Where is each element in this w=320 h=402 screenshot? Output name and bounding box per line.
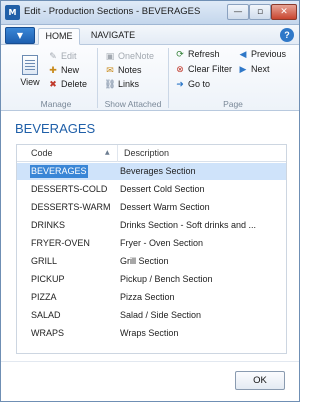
tab-home[interactable]: HOME	[38, 28, 80, 45]
view-button[interactable]: View	[19, 51, 41, 93]
new-label: New	[61, 65, 80, 75]
sort-ascending-icon: ▲	[105, 149, 110, 156]
ok-button[interactable]: OK	[235, 371, 285, 390]
code-cell[interactable]: DESSERTS-WARM	[31, 202, 111, 212]
column-header-description[interactable]: Description	[124, 148, 169, 158]
table-row[interactable]: BEVERAGES Beverages Section	[17, 163, 286, 180]
view-icon	[22, 55, 38, 75]
go-to-button[interactable]: ➜ Go to	[174, 78, 210, 91]
view-label: View	[20, 77, 40, 87]
table-row[interactable]: SALAD Salad / Side Section	[17, 307, 286, 324]
code-cell[interactable]: BEVERAGES	[30, 165, 88, 178]
group-separator	[168, 48, 169, 108]
maximize-button[interactable]: ▫	[249, 4, 271, 20]
code-cell[interactable]: PIZZA	[31, 292, 57, 302]
new-button[interactable]: ✚ New	[47, 64, 79, 77]
code-cell[interactable]: SALAD	[31, 310, 61, 320]
onenote-label: OneNote	[118, 51, 155, 61]
app-logo-icon: M	[5, 5, 20, 20]
minimize-button[interactable]: —	[227, 4, 249, 20]
dialog-window: M Edit - Production Sections - BEVERAGES…	[0, 0, 300, 402]
tab-navigate[interactable]: NAVIGATE	[84, 28, 142, 45]
previous-icon: ◀	[239, 50, 247, 60]
close-button[interactable]: ✕	[271, 4, 297, 20]
onenote-icon: ▣	[105, 52, 115, 62]
next-icon: ▶	[239, 65, 247, 75]
code-cell[interactable]: FRYER-OVEN	[31, 238, 90, 248]
clear-filter-icon: ⊗	[176, 65, 184, 75]
delete-icon: ✖	[49, 80, 57, 90]
table-row[interactable]: DESSERTS-WARM Dessert Warm Section	[17, 199, 286, 216]
next-label: Next	[251, 64, 270, 74]
next-button[interactable]: ▶ Next	[237, 63, 270, 76]
description-cell[interactable]: Dessert Cold Section	[120, 184, 270, 194]
code-cell[interactable]: WRAPS	[31, 328, 64, 338]
edit-icon: ✎	[49, 52, 57, 62]
code-cell[interactable]: GRILL	[31, 256, 57, 266]
group-label-manage: Manage	[40, 99, 72, 109]
go-to-label: Go to	[188, 79, 211, 89]
code-cell[interactable]: DESSERTS-COLD	[31, 184, 107, 194]
code-cell[interactable]: DRINKS	[31, 220, 65, 230]
links-label: Links	[118, 79, 140, 89]
description-cell[interactable]: Salad / Side Section	[120, 310, 270, 320]
description-cell[interactable]: Dessert Warm Section	[120, 202, 270, 212]
table-row[interactable]: DESSERTS-COLD Dessert Cold Section	[17, 181, 286, 198]
previous-label: Previous	[251, 49, 287, 59]
clear-filter-label: Clear Filter	[188, 64, 233, 74]
description-cell[interactable]: Fryer - Oven Section	[120, 238, 270, 248]
description-cell[interactable]: Pickup / Bench Section	[120, 274, 270, 284]
links-icon: ⛓	[104, 80, 116, 90]
help-icon[interactable]: ?	[280, 28, 294, 42]
description-cell[interactable]: Grill Section	[120, 256, 270, 266]
group-label-show-attached: Show Attached	[104, 99, 162, 109]
refresh-button[interactable]: ⟳ Refresh	[174, 48, 220, 61]
window-title: Edit - Production Sections - BEVERAGES	[24, 6, 201, 17]
sections-grid: Code ▲ Description BEVERAGES Beverages S…	[16, 144, 287, 354]
app-menu-button[interactable]: ▼	[5, 27, 35, 44]
table-row[interactable]: PIZZA Pizza Section	[17, 289, 286, 306]
table-row[interactable]: WRAPS Wraps Section	[17, 325, 286, 342]
ribbon-tab-bar: ▼ HOME NAVIGATE ?	[1, 25, 299, 45]
table-row[interactable]: PICKUP Pickup / Bench Section	[17, 271, 286, 288]
table-row[interactable]: DRINKS Drinks Section - Soft drinks and …	[17, 217, 286, 234]
description-cell[interactable]: Pizza Section	[120, 292, 270, 302]
notes-button[interactable]: ✉ Notes	[104, 64, 142, 77]
notes-icon: ✉	[106, 66, 114, 76]
notes-label: Notes	[118, 65, 142, 75]
group-separator	[97, 48, 98, 108]
description-cell[interactable]: Wraps Section	[120, 328, 270, 338]
table-row[interactable]: FRYER-OVEN Fryer - Oven Section	[17, 235, 286, 252]
edit-button[interactable]: ✎ Edit	[47, 50, 77, 63]
title-bar: M Edit - Production Sections - BEVERAGES…	[1, 1, 299, 25]
code-cell[interactable]: PICKUP	[31, 274, 65, 284]
clear-filter-button[interactable]: ⊗ Clear Filter	[174, 63, 232, 76]
onenote-button[interactable]: ▣ OneNote	[104, 50, 154, 63]
go-to-icon: ➜	[176, 80, 184, 90]
edit-label: Edit	[61, 51, 77, 61]
new-icon: ✚	[49, 66, 57, 76]
refresh-label: Refresh	[188, 49, 220, 59]
delete-label: Delete	[61, 79, 88, 89]
links-button[interactable]: ⛓ Links	[104, 78, 139, 91]
description-cell[interactable]: Beverages Section	[120, 166, 270, 176]
previous-button[interactable]: ◀ Previous	[237, 48, 286, 61]
grid-header: Code ▲ Description	[17, 145, 286, 162]
refresh-icon: ⟳	[176, 50, 184, 60]
page-title: BEVERAGES	[15, 121, 96, 136]
group-label-page: Page	[223, 99, 243, 109]
description-cell[interactable]: Drinks Section - Soft drinks and ...	[120, 220, 270, 230]
delete-button[interactable]: ✖ Delete	[47, 78, 87, 91]
column-divider[interactable]	[117, 145, 118, 162]
footer-divider	[1, 361, 299, 362]
column-header-code[interactable]: Code	[31, 148, 53, 158]
table-row[interactable]: GRILL Grill Section	[17, 253, 286, 270]
ribbon: View ✎ Edit ✚ New ✖ Delete Manage ▣ OneNote …	[1, 45, 299, 111]
